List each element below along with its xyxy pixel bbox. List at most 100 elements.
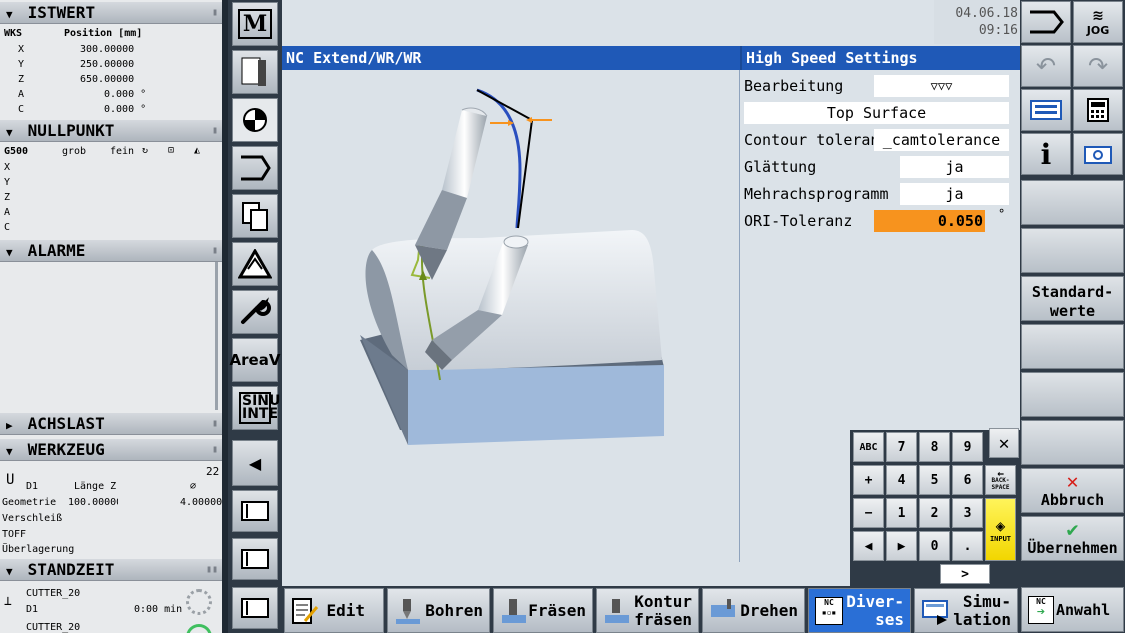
next-button[interactable] xyxy=(1021,1,1071,43)
keyboard-icon xyxy=(1030,100,1062,120)
window-button-3[interactable] xyxy=(232,587,278,629)
program-icon xyxy=(241,57,266,86)
istwert-header[interactable]: ▼ ISTWERT ▮ xyxy=(0,2,222,24)
clock-box: 04.06.18 09:16 xyxy=(934,0,1020,44)
axis-name: Y xyxy=(18,59,25,70)
key-2[interactable]: 2 xyxy=(919,498,950,528)
diverses-button[interactable]: NC ▪▫▪ Diver-ses xyxy=(808,588,911,633)
camera-icon xyxy=(1084,146,1112,164)
cutter-d: D1 xyxy=(26,604,39,615)
softkey-empty-3[interactable] xyxy=(1021,324,1124,369)
key-6[interactable]: 6 xyxy=(952,465,983,495)
key-7[interactable]: 7 xyxy=(886,432,917,462)
diagnosis-button[interactable] xyxy=(232,242,278,286)
window-icon xyxy=(241,549,269,569)
vertical-toolbar: M AreaV SINU INTE ◀ xyxy=(228,0,282,633)
axis-name: Z xyxy=(4,192,11,203)
copy-button[interactable] xyxy=(232,194,278,238)
key-4[interactable]: 4 xyxy=(886,465,917,495)
program-button[interactable] xyxy=(232,50,278,94)
m-icon: M xyxy=(237,9,273,39)
cutter-time: 0:00 min xyxy=(134,604,183,615)
sinumerik-button[interactable]: SINU INTE xyxy=(232,386,280,430)
right-softkey-bar: ≋ JOG ↶ ↷ i Standard-werte ✕ Abbruch ✔ Über… xyxy=(1020,0,1125,633)
window-button-2[interactable] xyxy=(232,538,278,580)
key-minus[interactable]: − xyxy=(853,498,884,528)
uebernehmen-button[interactable]: ✔ Übernehmen xyxy=(1021,516,1124,561)
undo-button[interactable]: ↶ xyxy=(1021,45,1071,87)
key-abc[interactable]: ABC xyxy=(853,432,884,462)
expand-icon: ▶ xyxy=(6,419,13,432)
left-arrow-icon: ◀ xyxy=(248,453,262,473)
key-9[interactable]: 9 xyxy=(952,432,983,462)
abbruch-button[interactable]: ✕ Abbruch xyxy=(1021,468,1124,513)
machine-button[interactable]: M xyxy=(232,2,278,46)
area-button[interactable]: AreaV xyxy=(230,338,280,382)
more-keys-button[interactable]: > xyxy=(940,564,990,584)
key-left[interactable]: ◀ xyxy=(853,531,884,561)
fraesen-button[interactable]: Fräsen xyxy=(493,588,593,633)
glaettung-label: Glättung xyxy=(744,158,817,176)
close-keypad-button[interactable]: ✕ xyxy=(989,428,1019,458)
bohren-button[interactable]: Bohren xyxy=(387,588,490,633)
softkey-empty-2[interactable] xyxy=(1021,228,1124,273)
axis-value: 0.000 ° xyxy=(104,104,147,115)
cutter-icon: ⊥ xyxy=(4,594,12,609)
contour-tolerance-field[interactable]: _camtolerance xyxy=(874,129,1009,151)
bearbeitung-select[interactable]: ▽▽▽ xyxy=(874,75,1009,97)
offset-button[interactable] xyxy=(232,98,278,142)
alarme-header[interactable]: ▼ ALARME ▮ xyxy=(0,240,222,262)
degree-unit: ° xyxy=(998,207,1006,221)
grip-icon: ▮▮ xyxy=(205,564,218,575)
key-1[interactable]: 1 xyxy=(886,498,917,528)
screenshot-button[interactable] xyxy=(1073,133,1123,175)
standzeit-header[interactable]: ▼ STANDZEIT ▮▮ xyxy=(0,559,222,581)
verschleiss-label: Verschleiß xyxy=(2,513,63,524)
key-dot[interactable]: . xyxy=(952,531,983,561)
axis-value: 0.000 ° xyxy=(104,89,147,100)
key-plus[interactable]: + xyxy=(853,465,884,495)
contour-button[interactable] xyxy=(232,146,278,190)
backspace-key[interactable]: ← BACK-SPACE xyxy=(985,465,1016,495)
key-right[interactable]: ▶ xyxy=(886,531,917,561)
tool-icon: U xyxy=(6,472,15,488)
ori-tolerance-field[interactable]: 0.050 xyxy=(874,210,985,232)
redo-icon: ↷ xyxy=(1087,52,1109,80)
simulation-icon xyxy=(921,597,949,625)
edit-button[interactable]: Edit xyxy=(284,588,384,633)
nullpunkt-header[interactable]: ▼ NULLPUNKT ▮ xyxy=(0,120,222,142)
window-icon xyxy=(241,598,269,618)
setup-button[interactable] xyxy=(232,290,278,334)
calculator-button[interactable] xyxy=(1073,89,1123,131)
mehrachs-select[interactable]: ja xyxy=(900,183,1009,205)
standardwerte-button[interactable]: Standard-werte xyxy=(1021,276,1124,321)
werkzeug-header[interactable]: ▼ WERKZEUG ▮ xyxy=(0,439,222,461)
g-code-label: G500 xyxy=(4,146,29,157)
surface-select[interactable]: Top Surface xyxy=(744,102,1009,124)
axis-name: X xyxy=(4,162,11,173)
achslast-header[interactable]: ▶ ACHSLAST ▮ xyxy=(0,413,222,435)
key-3[interactable]: 3 xyxy=(952,498,983,528)
rotate-icon: ↻ xyxy=(142,145,149,156)
keyboard-button[interactable] xyxy=(1021,89,1071,131)
softkey-empty-4[interactable] xyxy=(1021,372,1124,417)
info-button[interactable]: i xyxy=(1021,133,1071,175)
collapse-button[interactable]: ◀ xyxy=(232,440,278,486)
key-8[interactable]: 8 xyxy=(919,432,950,462)
softkey-empty-5[interactable] xyxy=(1021,420,1124,465)
kontur-fraesen-button[interactable]: Kontur fräsen xyxy=(596,588,699,633)
drehen-button[interactable]: Drehen xyxy=(702,588,805,633)
anwahl-button[interactable]: NC ➔ Anwahl xyxy=(1021,587,1124,632)
input-key[interactable]: ◈ INPUT xyxy=(985,498,1016,561)
simulation-button[interactable]: Simu-lation xyxy=(914,588,1018,633)
glaettung-select[interactable]: ja xyxy=(900,156,1009,178)
window-button-1[interactable] xyxy=(232,490,278,532)
key-5[interactable]: 5 xyxy=(919,465,950,495)
contour-tolerance-label: Contour toleranc xyxy=(744,131,874,149)
jog-button[interactable]: ≋ JOG xyxy=(1073,1,1123,43)
edit-icon xyxy=(291,597,319,625)
collapse-icon: ▼ xyxy=(6,126,13,139)
redo-button[interactable]: ↷ xyxy=(1073,45,1123,87)
softkey-empty-1[interactable] xyxy=(1021,180,1124,225)
key-0[interactable]: 0 xyxy=(919,531,950,561)
